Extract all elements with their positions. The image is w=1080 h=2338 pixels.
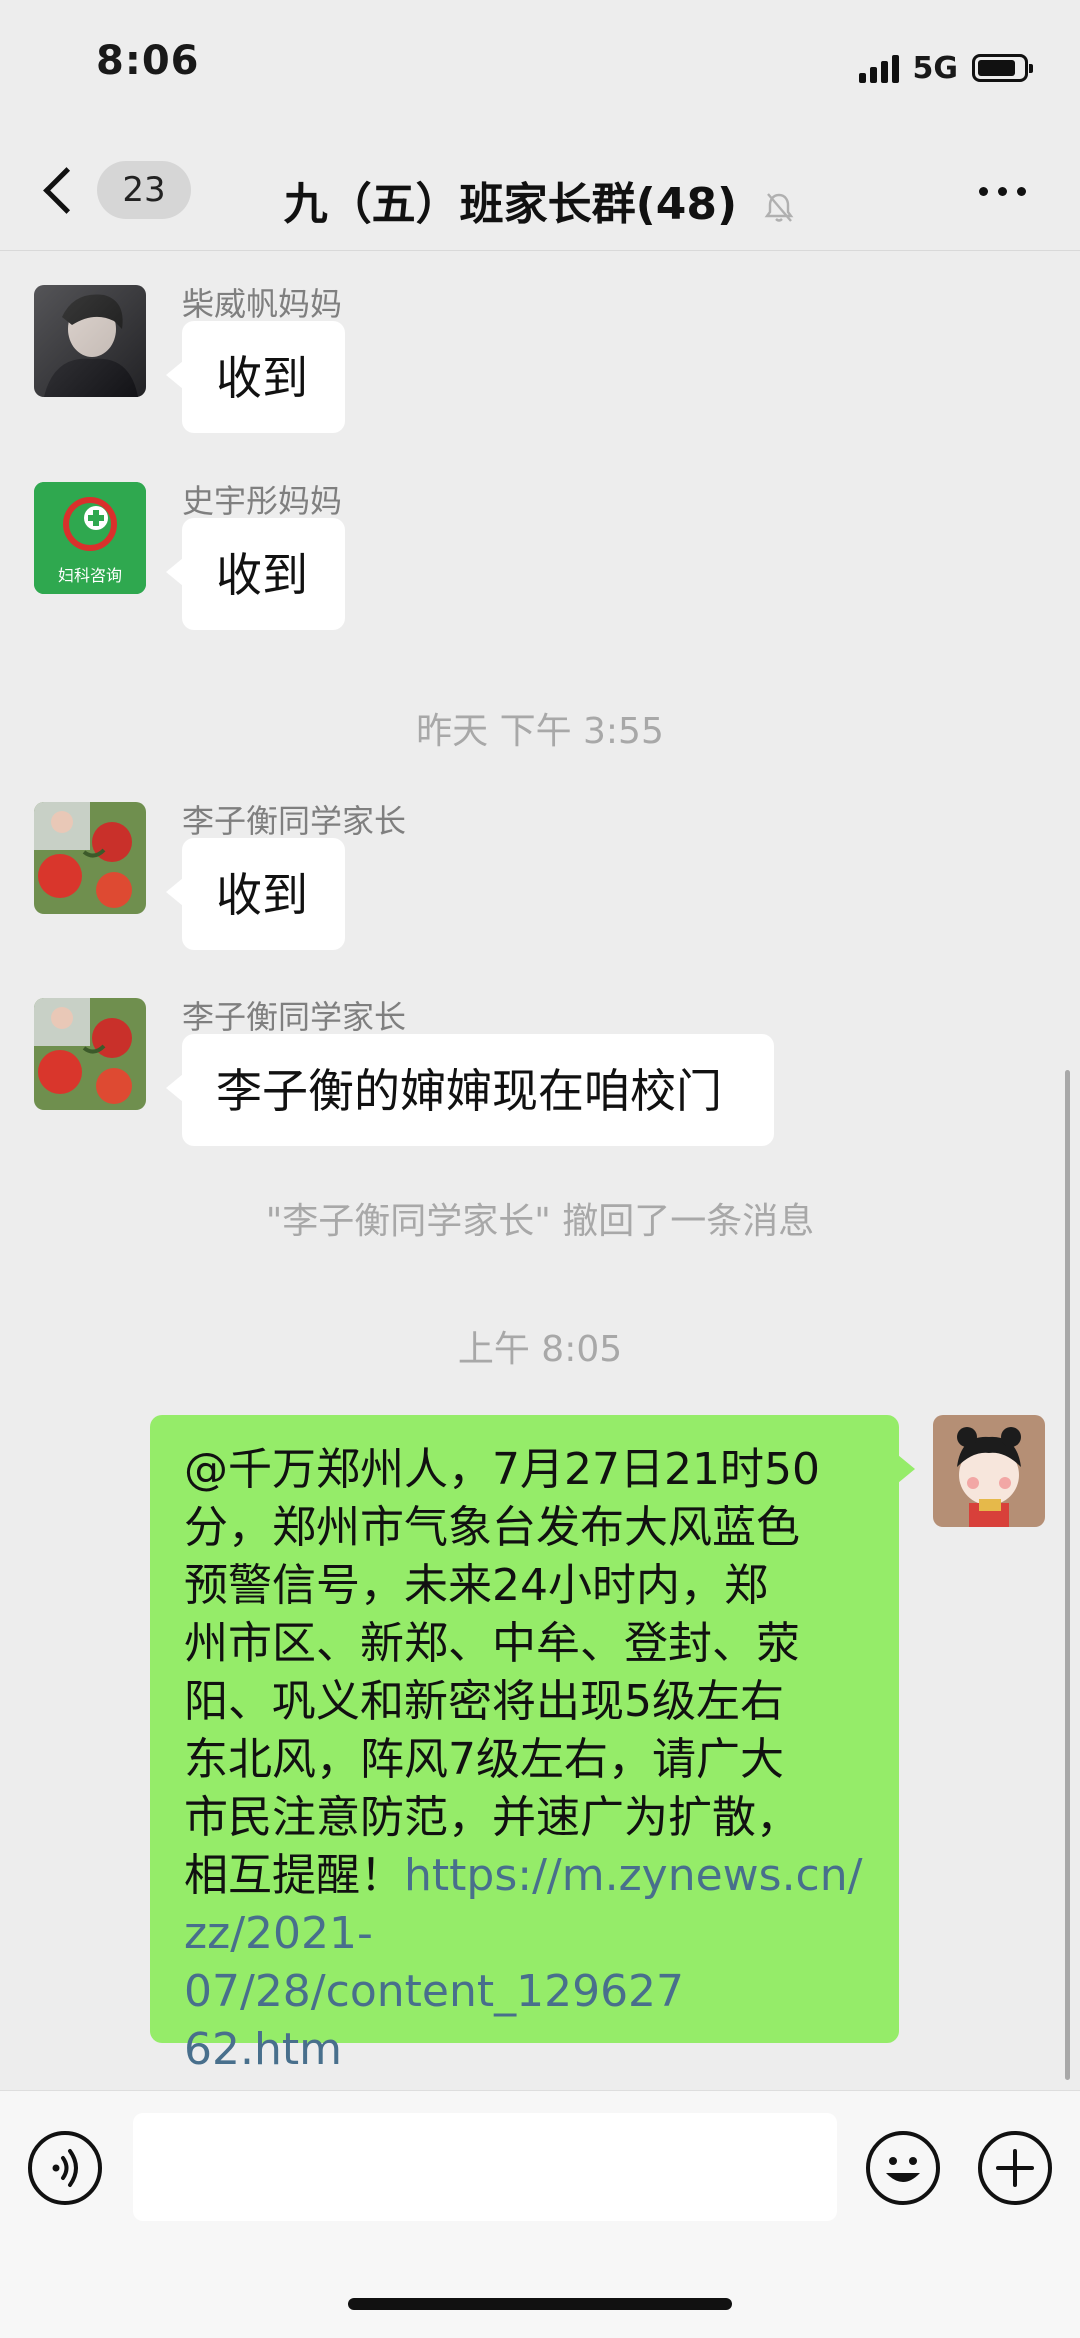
status-time: 8:06	[96, 38, 200, 84]
message-text: 收到	[216, 351, 308, 405]
scrollbar[interactable]	[1065, 1070, 1070, 2080]
message-line: @千万郑州人，7月27日21时50	[184, 1444, 820, 1495]
message-bubble[interactable]: 收到	[166, 321, 345, 433]
voice-input-button[interactable]	[28, 2131, 102, 2205]
message-text: 相互提醒！	[184, 1850, 404, 1901]
more-options-button[interactable]	[972, 176, 1032, 206]
emoji-button[interactable]	[866, 2131, 940, 2205]
message-link[interactable]: https://m.zynews.cn/	[404, 1850, 862, 1901]
sender-name: 李子衡同学家长	[182, 998, 407, 1036]
message-bubble[interactable]: 收到	[166, 838, 345, 950]
chat-header: 23 九（五）班家长群(48)	[0, 130, 1080, 251]
avatar-caption: 妇科咨询	[57, 566, 122, 585]
battery-icon	[972, 54, 1033, 82]
voice-icon	[52, 2149, 78, 2187]
time-separator: 上午 8:05	[457, 1329, 623, 1370]
sender-name: 史宇彤妈妈	[182, 482, 343, 520]
message-line: 阳、巩义和新密将出现5级左右	[184, 1676, 784, 1727]
sender-avatar[interactable]	[34, 802, 146, 914]
message-line: 东北风，阵风7级左右，请广大	[184, 1734, 784, 1785]
chat-title: 九（五）班家长群(48)	[283, 179, 738, 230]
sender-name: 李子衡同学家长	[182, 802, 407, 840]
message-line: 州市区、新郑、中牟、登封、荥	[184, 1618, 800, 1669]
sender-avatar[interactable]	[34, 285, 146, 397]
message-line: 市民注意防范，并速广为扩散，	[184, 1792, 800, 1843]
avatar-image	[34, 998, 146, 1110]
mute-bell-icon	[764, 193, 794, 222]
message-line: 相互提醒！https://m.zynews.cn/	[184, 1847, 865, 1905]
sender-name: 柴威帆妈妈	[182, 285, 343, 323]
message-list[interactable]: 柴威帆妈妈 收到 妇科咨询 史宇彤妈妈 收到 昨天 下午 3:55 李子衡同学家…	[0, 250, 1080, 2090]
recall-notice: "李子衡同学家长" 撤回了一条消息	[265, 1201, 815, 1242]
message-bubble[interactable]: @千万郑州人，7月27日21时50 分，郑州市气象台发布大风蓝色 预警信号，未来…	[150, 1415, 915, 2075]
message-line: 预警信号，未来24小时内，郑	[184, 1560, 768, 1611]
chat-title-container: 九（五）班家长群(48)	[0, 168, 1080, 232]
message-link[interactable]: 62.htm	[184, 2021, 865, 2079]
plus-button[interactable]	[978, 2131, 1052, 2205]
battery-level	[978, 60, 1015, 76]
sender-avatar[interactable]: 妇科咨询	[34, 482, 146, 594]
my-avatar[interactable]	[933, 1415, 1045, 1527]
avatar-image	[34, 285, 146, 397]
status-bar: 8:06 5G	[0, 0, 1080, 130]
smile-icon	[886, 2157, 920, 2182]
message-text: 收到	[216, 868, 308, 922]
message-input[interactable]	[133, 2113, 837, 2221]
message-bubble[interactable]: 收到	[166, 518, 345, 630]
message-text: 收到	[216, 548, 308, 602]
message-bubble[interactable]: 李子衡的婶婶现在咱校门	[166, 1034, 774, 1146]
status-indicators: 5G	[858, 48, 1033, 88]
network-type: 5G	[912, 50, 959, 86]
plus-icon	[996, 2149, 1034, 2187]
home-indicator[interactable]	[348, 2298, 732, 2310]
avatar-image	[933, 1415, 1045, 1527]
message-link[interactable]: zz/2021-07/28/content_129627	[184, 1905, 865, 2021]
message-text: 李子衡的婶婶现在咱校门	[216, 1064, 722, 1118]
sender-avatar[interactable]	[34, 998, 146, 1110]
message-line: 分，郑州市气象台发布大风蓝色	[184, 1502, 800, 1553]
cellular-signal-icon	[858, 53, 899, 83]
avatar-image	[34, 802, 146, 914]
time-separator: 昨天 下午 3:55	[416, 711, 664, 752]
